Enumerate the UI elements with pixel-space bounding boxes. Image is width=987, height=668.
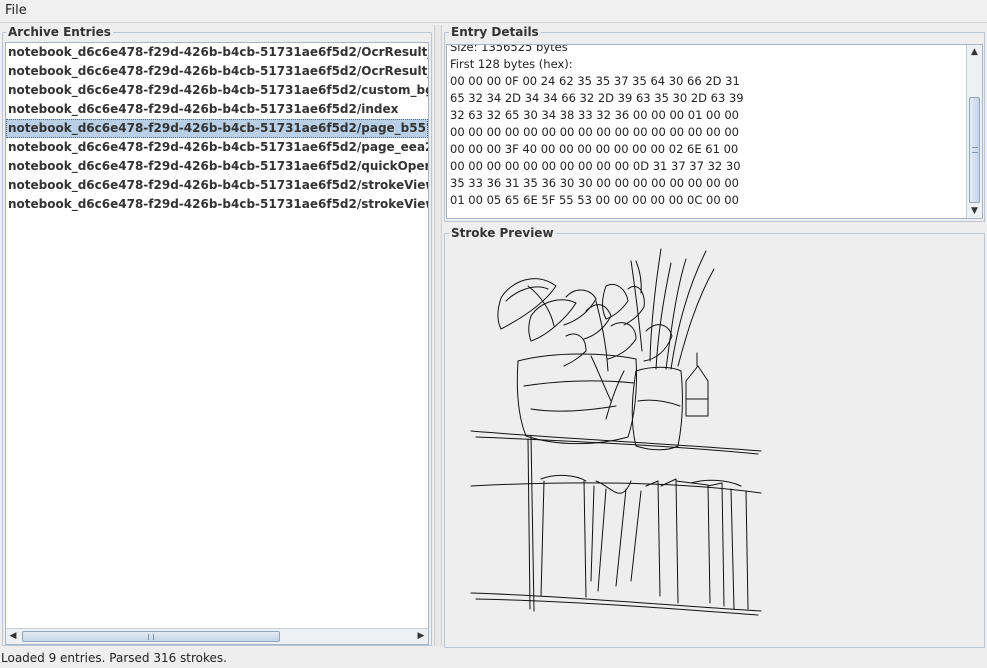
list-item[interactable]: notebook_d6c6e478-f29d-426b-b4cb-51731ae…	[6, 100, 428, 119]
list-item[interactable]: notebook_d6c6e478-f29d-426b-b4cb-51731ae…	[6, 157, 428, 176]
scroll-down-icon[interactable]: ▼	[967, 204, 982, 218]
status-bar-text: Loaded 9 entries. Parsed 316 strokes.	[1, 651, 227, 665]
vertical-scroll-thumb[interactable]	[969, 97, 980, 203]
horizontal-scroll-thumb[interactable]	[22, 631, 280, 642]
stroke-preview-canvas	[446, 241, 983, 647]
horizontal-scrollbar[interactable]: ◀ ▶	[6, 628, 428, 644]
details-line: ...	[450, 210, 461, 219]
details-line: 00 00 00 00 00 00 00 00 00 00 0D 31 37 3…	[450, 159, 741, 173]
entry-details-text-area[interactable]: Size: 1356525 bytes First 128 bytes (hex)…	[446, 44, 983, 219]
entry-details-title: Entry Details	[449, 25, 541, 39]
scroll-right-icon[interactable]: ▶	[414, 629, 428, 644]
stroke-preview-title: Stroke Preview	[449, 226, 556, 240]
list-item[interactable]: notebook_d6c6e478-f29d-426b-b4cb-51731ae…	[6, 195, 428, 214]
details-line: 00 00 00 00 00 00 00 00 00 00 00 00 00 0…	[450, 125, 739, 139]
details-line: 32 63 32 65 30 34 38 33 32 36 00 00 00 0…	[450, 108, 739, 122]
list-item[interactable]: notebook_d6c6e478-f29d-426b-b4cb-51731ae…	[6, 81, 428, 100]
plant-sketch-drawing	[470, 248, 762, 616]
list-item[interactable]: notebook_d6c6e478-f29d-426b-b4cb-51731ae…	[6, 176, 428, 195]
details-line: 35 33 36 31 35 36 30 30 00 00 00 00 00 0…	[450, 176, 739, 190]
archive-entries-panel: Archive Entries notebook_d6c6e478-f29d-4…	[2, 25, 432, 646]
split-pane-divider[interactable]	[434, 25, 442, 646]
list-item[interactable]: notebook_d6c6e478-f29d-426b-b4cb-51731ae…	[6, 138, 428, 157]
entry-details-text: Size: 1356525 bytes First 128 bytes (hex)…	[450, 44, 965, 219]
scroll-left-icon[interactable]: ◀	[6, 629, 20, 644]
list-item[interactable]: notebook_d6c6e478-f29d-426b-b4cb-51731ae…	[6, 62, 428, 81]
menu-bar: File	[0, 0, 987, 23]
list-item[interactable]: notebook_d6c6e478-f29d-426b-b4cb-51731ae…	[6, 119, 428, 138]
details-line: 00 00 00 0F 00 24 62 35 35 37 35 64 30 6…	[450, 74, 740, 88]
details-line: First 128 bytes (hex):	[450, 57, 573, 71]
file-menu[interactable]: File	[5, 3, 27, 18]
list-item[interactable]: notebook_d6c6e478-f29d-426b-b4cb-51731ae…	[6, 43, 428, 62]
archive-entries-title: Archive Entries	[6, 25, 113, 39]
details-line: 01 00 05 65 6E 5F 55 53 00 00 00 00 00 0…	[450, 193, 739, 207]
vertical-scrollbar[interactable]: ▲ ▼	[966, 45, 982, 218]
details-line: 00 00 00 3F 40 00 00 00 00 00 00 00 02 6…	[450, 142, 739, 156]
details-line: Size: 1356525 bytes	[450, 44, 568, 54]
scroll-up-icon[interactable]: ▲	[967, 45, 982, 59]
entries-list[interactable]: notebook_d6c6e478-f29d-426b-b4cb-51731ae…	[5, 42, 429, 645]
details-line: 65 32 34 2D 34 34 66 32 2D 39 63 35 30 2…	[450, 91, 744, 105]
